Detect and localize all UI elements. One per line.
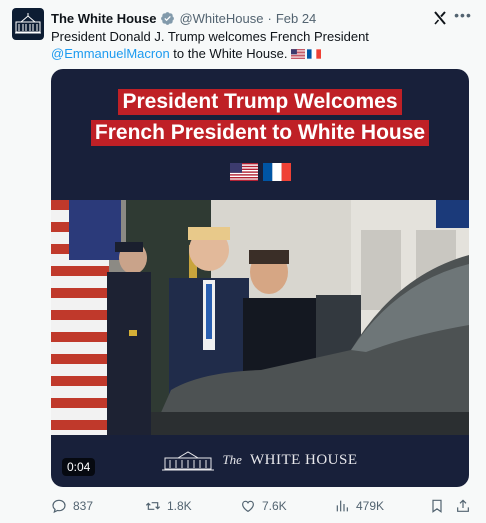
- footer-white-house: WHITE HOUSE: [249, 451, 358, 468]
- white-house-logo-icon: [15, 13, 41, 34]
- video-footer-logo: The WHITE HOUSE: [51, 449, 469, 471]
- views-icon: [336, 500, 348, 512]
- france-flag-icon: [307, 49, 322, 59]
- tweet[interactable]: The White House @WhiteHouse · Feb 24 •••…: [0, 0, 486, 523]
- banner-line-1: President Trump Welcomes: [118, 89, 402, 115]
- bookmark-button[interactable]: [429, 496, 445, 516]
- video-frame: [51, 200, 469, 435]
- reply-count: 837: [73, 499, 94, 513]
- post-date[interactable]: Feb 24: [276, 11, 316, 26]
- flags-row: [51, 163, 469, 181]
- footer-the: The: [222, 452, 242, 467]
- france-flag-icon: [262, 163, 291, 181]
- us-flag-icon: [291, 49, 306, 59]
- like-count: 7.6K: [262, 499, 287, 513]
- author-handle[interactable]: @WhiteHouse: [179, 11, 263, 26]
- post-text-end: to the White House.: [169, 46, 288, 61]
- reply-icon: [52, 499, 66, 514]
- repost-count: 1.8K: [167, 499, 192, 513]
- white-house-logo-icon: [162, 451, 215, 471]
- grok-icon[interactable]: [432, 10, 448, 26]
- share-icon: [457, 499, 469, 512]
- share-button[interactable]: [455, 496, 471, 516]
- banner-line-2: French President to White House: [90, 120, 430, 146]
- repost-icon: [145, 502, 161, 510]
- video-frame-image: [51, 200, 469, 435]
- separator-dot: ·: [267, 10, 272, 26]
- author-name[interactable]: The White House: [51, 11, 156, 26]
- repost-button[interactable]: 1.8K: [145, 496, 192, 516]
- views-count: 479K: [356, 499, 385, 513]
- post-text: President Donald J. Trump welcomes Frenc…: [51, 28, 471, 62]
- action-bar: 837 1.8K 7.6K 479K: [51, 496, 471, 516]
- reply-button[interactable]: 837: [51, 496, 93, 516]
- tweet-header: The White House @WhiteHouse · Feb 24: [51, 9, 316, 27]
- video-banner: President Trump Welcomes French Presiden…: [51, 89, 469, 151]
- like-icon: [242, 500, 254, 513]
- bookmark-icon: [432, 499, 442, 513]
- views-button[interactable]: 479K: [334, 496, 384, 516]
- video-duration: 0:04: [62, 458, 96, 476]
- like-button[interactable]: 7.6K: [240, 496, 287, 516]
- post-text-start: President Donald J. Trump welcomes Frenc…: [51, 29, 369, 44]
- avatar[interactable]: [12, 8, 44, 40]
- more-icon[interactable]: •••: [454, 8, 472, 26]
- us-flag-icon: [229, 163, 258, 181]
- verified-badge-icon[interactable]: [160, 11, 175, 26]
- video-player[interactable]: President Trump Welcomes French Presiden…: [51, 69, 469, 487]
- mention-link[interactable]: @EmmanuelMacron: [51, 46, 170, 61]
